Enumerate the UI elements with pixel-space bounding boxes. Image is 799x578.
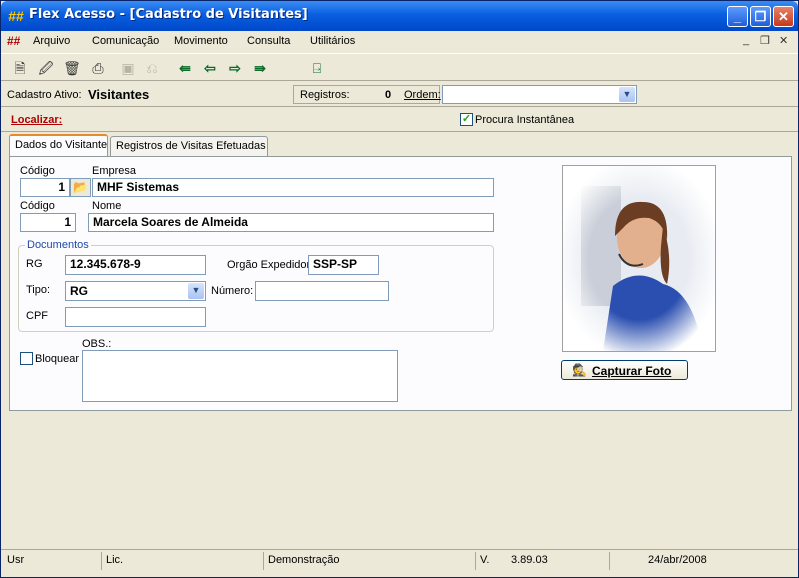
close-button[interactable]: ✕ <box>773 6 794 27</box>
info-bar: Cadastro Ativo: Visitantes Registros: 0 … <box>1 83 798 107</box>
bloquear-label: Bloquear <box>35 353 80 365</box>
numero-field[interactable] <box>255 281 389 301</box>
rg-field[interactable]: 12.345.678-9 <box>65 255 206 275</box>
capturar-foto-button[interactable]: 🕵 Capturar Foto <box>561 360 688 380</box>
exit-icon[interactable]: ⍈ <box>306 58 328 78</box>
cpf-label: CPF <box>26 310 48 322</box>
camera-icon: 🕵 <box>572 363 587 377</box>
menu-movimento[interactable]: Movimento <box>174 35 228 47</box>
window-title: Flex Acesso - [Cadastro de Visitantes] <box>29 7 308 22</box>
cadastro-ativo-label: Cadastro Ativo: <box>7 89 82 101</box>
codigo-field[interactable]: 1 <box>20 213 76 232</box>
print-icon[interactable]: ⎙ <box>87 58 109 78</box>
obs-textarea[interactable] <box>82 350 398 402</box>
toolbar: 🗎 🖉 🗑 ⎙ ▣ ⎌ ⇚ ⇦ ⇨ ⇛ ⍈ <box>1 53 798 81</box>
next-record-icon[interactable]: ⇨ <box>224 58 246 78</box>
tipo-select[interactable]: RG ▼ <box>65 281 206 301</box>
documentos-title: Documentos <box>25 239 91 251</box>
localizar-label: Localizar: <box>11 114 63 126</box>
maximize-button[interactable]: ❐ <box>750 6 771 27</box>
mdi-minimize-button[interactable]: _ <box>743 34 749 46</box>
window-bottom-border <box>1 571 798 577</box>
tab-dados-do-visitante[interactable]: Dados do Visitante <box>9 134 108 156</box>
mdi-close-button[interactable]: ✕ <box>779 34 788 47</box>
empty-workspace <box>9 413 792 549</box>
codigo-empresa-field[interactable]: 1 <box>20 178 70 197</box>
procura-instantanea-checkbox[interactable]: ✓ <box>460 113 473 126</box>
chevron-down-icon[interactable]: ▼ <box>619 87 635 102</box>
new-record-icon[interactable]: 🗎 <box>9 58 31 78</box>
search-bar: Localizar: ✓ Procura Instantânea <box>1 108 798 132</box>
application-window: ## Flex Acesso - [Cadastro de Visitantes… <box>0 0 799 578</box>
tipo-select-value: RG <box>70 284 88 298</box>
minimize-button[interactable]: _ <box>727 6 748 27</box>
nome-label: Nome <box>92 200 122 212</box>
mdi-restore-button[interactable]: ❐ <box>760 34 770 47</box>
capturar-foto-label: Capturar Foto <box>592 364 672 378</box>
orgao-expedidor-field[interactable]: SSP-SP <box>308 255 379 275</box>
title-bar[interactable]: ## Flex Acesso - [Cadastro de Visitantes… <box>1 1 798 31</box>
menu-utilitarios[interactable]: Utilitários <box>310 35 355 47</box>
procura-instantanea-label: Procura Instantânea <box>475 114 575 126</box>
status-version: 3.89.03 <box>511 554 548 566</box>
obs-label: OBS.: <box>82 338 112 350</box>
empresa-field[interactable]: MHF Sistemas <box>92 178 494 197</box>
ordem-label: Ordem: <box>404 89 441 101</box>
chevron-down-icon[interactable]: ▼ <box>188 283 204 299</box>
registros-value: 0 <box>385 89 392 101</box>
visitor-photo <box>563 166 715 351</box>
orgao-expedidor-label: Orgão Expedidor <box>227 259 311 271</box>
status-lic: Lic. <box>101 552 261 570</box>
first-record-icon[interactable]: ⇚ <box>174 58 196 78</box>
lookup-folder-icon[interactable]: 📂 <box>70 178 91 197</box>
visitor-photo-frame <box>562 165 716 352</box>
codigo-label: Código <box>20 200 55 212</box>
bloquear-checkbox[interactable] <box>20 352 33 365</box>
menu-consulta[interactable]: Consulta <box>247 35 290 47</box>
rg-label: RG <box>26 258 43 270</box>
menu-bar: ## Arquivo Comunicação Movimento Consult… <box>1 31 798 51</box>
cancel-icon[interactable]: ⎌ <box>141 58 163 78</box>
last-record-icon[interactable]: ⇛ <box>249 58 271 78</box>
edit-record-icon[interactable]: 🖉 <box>35 58 57 78</box>
previous-record-icon[interactable]: ⇦ <box>199 58 221 78</box>
delete-record-icon[interactable]: 🗑 <box>61 58 83 78</box>
status-date: 24/abr/2008 <box>609 552 795 570</box>
tipo-label: Tipo: <box>26 284 51 296</box>
registros-label: Registros: <box>300 89 350 101</box>
registros-box: Registros: 0 Ordem: <box>293 85 441 104</box>
status-version-label: V. <box>475 552 507 570</box>
ordem-select[interactable]: ▼ <box>442 85 637 104</box>
documentos-group: Documentos RG 12.345.678-9 Orgão Expedid… <box>18 239 494 332</box>
menu-arquivo[interactable]: Arquivo <box>33 35 70 47</box>
save-icon[interactable]: ▣ <box>117 58 139 78</box>
app-logo-icon: ## <box>8 8 24 24</box>
menu-comunicacao[interactable]: Comunicação <box>92 35 159 47</box>
status-bar: Usr Lic. Demonstração V. 3.89.03 24/abr/… <box>1 549 798 571</box>
visitor-form-panel: Código Empresa 1 📂 MHF Sistemas Código N… <box>9 156 792 411</box>
tab-registros-de-visitas[interactable]: Registros de Visitas Efetuadas <box>110 136 268 156</box>
cpf-field[interactable] <box>65 307 206 327</box>
cadastro-ativo-value: Visitantes <box>88 87 150 102</box>
codigo-empresa-label: Código <box>20 165 55 177</box>
status-mode: Demonstração <box>263 552 473 570</box>
menu-app-icon[interactable]: ## <box>7 34 20 48</box>
nome-field[interactable]: Marcela Soares de Almeida <box>88 213 494 232</box>
status-user: Usr <box>7 554 25 566</box>
numero-label: Número: <box>211 285 254 297</box>
empresa-label: Empresa <box>92 165 137 177</box>
